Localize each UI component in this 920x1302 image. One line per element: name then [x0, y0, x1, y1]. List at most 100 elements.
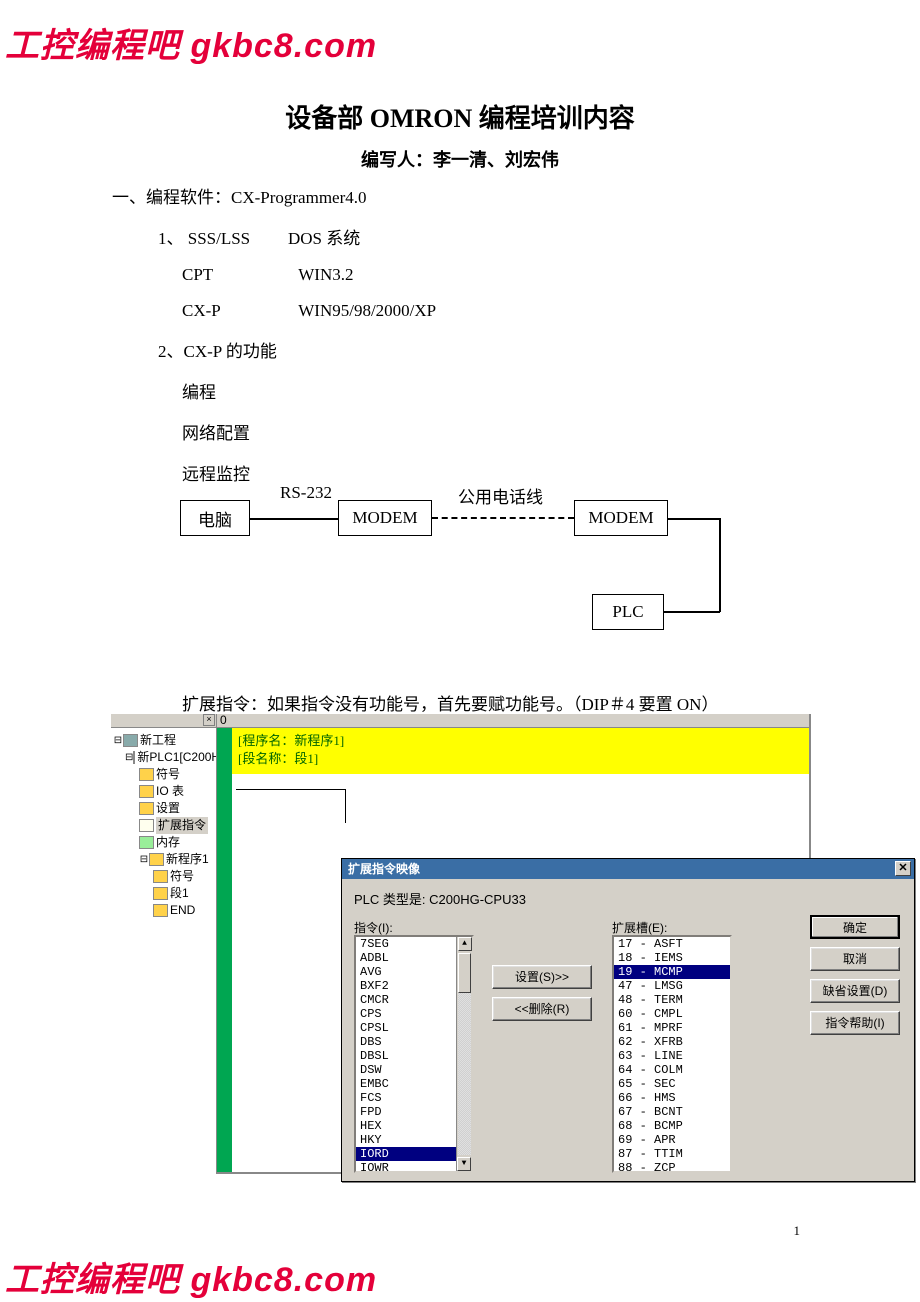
page-number: 1: [794, 1223, 801, 1239]
extension-dialog: 扩展指令映像 ✕ PLC 类型是: C200HG-CPU33 指令(I): 扩展…: [341, 858, 915, 1182]
tree-prog-end[interactable]: END: [113, 902, 216, 919]
slot-item[interactable]: 87 - TTIM: [614, 1147, 730, 1161]
instruction-item[interactable]: DSW: [356, 1063, 472, 1077]
project-tree-pane: × ⊟新工程 ⊟新PLC1[C200HG] 下 符号 IO 表 设置 扩展指令 …: [111, 714, 217, 1174]
dialog-instruction-label: 指令(I):: [354, 919, 393, 936]
edge-modem2-b: [719, 518, 721, 612]
slot-item[interactable]: 68 - BCMP: [614, 1119, 730, 1133]
ok-button[interactable]: 确定: [810, 915, 900, 939]
instruction-item[interactable]: BXF2: [356, 979, 472, 993]
edge-modem1-modem2: [432, 517, 574, 519]
slot-item[interactable]: 64 - COLM: [614, 1063, 730, 1077]
extension-note: 扩展指令：如果指令没有功能号，首先要赋功能号。（DIP＃4 要置 ON）: [182, 690, 718, 715]
slot-item[interactable]: 63 - LINE: [614, 1049, 730, 1063]
tree-titlebar: ×: [111, 714, 216, 728]
slot-item[interactable]: 18 - IEMS: [614, 951, 730, 965]
instruction-item[interactable]: IORD: [356, 1147, 472, 1161]
sub-2: 2、CX-P 的功能: [112, 337, 436, 362]
slot-item[interactable]: 65 - SEC: [614, 1077, 730, 1091]
scroll-thumb[interactable]: [458, 953, 471, 993]
instruction-item[interactable]: CPSL: [356, 1021, 472, 1035]
section-1-heading: 一、编程软件：CX-Programmer4.0: [112, 183, 436, 208]
slot-item[interactable]: 61 - MPRF: [614, 1021, 730, 1035]
scroll-up-icon[interactable]: ▲: [458, 937, 472, 951]
software-1a: SSS/LSS: [188, 229, 284, 249]
software-2a: CPT: [182, 265, 294, 285]
edge-modem2-c: [663, 611, 720, 613]
instruction-item[interactable]: EMBC: [356, 1077, 472, 1091]
page-author: 编写人：李一清、刘宏伟: [0, 146, 920, 172]
tree-item-ext[interactable]: 扩展指令: [113, 817, 216, 834]
program-banner: [程序名：新程序1] [段名称：段1]: [232, 728, 809, 774]
slot-item[interactable]: 62 - XFRB: [614, 1035, 730, 1049]
scroll-down-icon[interactable]: ▼: [457, 1157, 471, 1171]
dialog-close-button[interactable]: ✕: [895, 861, 911, 876]
tree-prog-sym[interactable]: 符号: [113, 868, 216, 885]
instruction-item[interactable]: CPS: [356, 1007, 472, 1021]
slot-item[interactable]: 17 - ASFT: [614, 937, 730, 951]
tree-plc[interactable]: ⊟新PLC1[C200HG] 下: [113, 749, 216, 766]
node-plc: PLC: [592, 594, 664, 630]
instruction-item[interactable]: AVG: [356, 965, 472, 979]
instruction-item[interactable]: FPD: [356, 1105, 472, 1119]
help-button[interactable]: 指令帮助(I): [810, 1011, 900, 1035]
instruction-item[interactable]: DBSL: [356, 1049, 472, 1063]
instruction-item[interactable]: ADBL: [356, 951, 472, 965]
node-modem1: MODEM: [338, 500, 432, 536]
edge-modem2-a: [668, 518, 720, 520]
banner-line-2: [段名称：段1]: [238, 750, 803, 768]
slot-item[interactable]: 69 - APR: [614, 1133, 730, 1147]
instruction-item[interactable]: HKY: [356, 1133, 472, 1147]
sub-1: 1、 SSS/LSS DOS 系统: [112, 224, 436, 249]
dialog-plc-type: PLC 类型是: C200HG-CPU33: [354, 889, 902, 908]
dialog-title-text: 扩展指令映像: [348, 862, 420, 876]
instruction-item[interactable]: IOWR: [356, 1161, 472, 1173]
slot-item[interactable]: 48 - TERM: [614, 993, 730, 1007]
tree-root[interactable]: ⊟新工程: [113, 732, 216, 749]
instruction-item[interactable]: DBS: [356, 1035, 472, 1049]
tree-item-io[interactable]: IO 表: [113, 783, 216, 800]
feature-1: 编程: [112, 378, 436, 403]
page-title: 设备部 OMRON 编程培训内容: [0, 98, 920, 135]
cancel-button[interactable]: 取消: [810, 947, 900, 971]
instruction-listbox[interactable]: 7SEGADBLAVGBXF2CMCRCPSCPSLDBSDBSLDSWEMBC…: [354, 935, 474, 1173]
slot-item[interactable]: 19 - MCMP: [614, 965, 730, 979]
dialog-titlebar: 扩展指令映像 ✕: [342, 859, 914, 879]
instruction-item[interactable]: CMCR: [356, 993, 472, 1007]
node-pc: 电脑: [180, 500, 250, 536]
node-modem2: MODEM: [574, 500, 668, 536]
edge-label-rs232: RS-232: [280, 483, 332, 503]
edge-label-phone: 公用电话线: [458, 483, 543, 508]
network-diagram: RS-232 公用电话线 电脑 MODEM MODEM PLC: [180, 480, 740, 660]
tree-item-memory[interactable]: 内存: [113, 834, 216, 851]
dialog-slot-label: 扩展槽(E):: [612, 919, 667, 936]
software-1b: DOS 系统: [288, 224, 360, 249]
slot-item[interactable]: 66 - HMS: [614, 1091, 730, 1105]
banner-line-1: [程序名：新程序1]: [238, 732, 803, 750]
slot-item[interactable]: 67 - BCNT: [614, 1105, 730, 1119]
instruction-scrollbar[interactable]: ▲ ▼: [456, 937, 472, 1171]
tree-item-symbols[interactable]: 符号: [113, 766, 216, 783]
set-button[interactable]: 设置(S)>>: [492, 965, 592, 989]
tree-item-settings[interactable]: 设置: [113, 800, 216, 817]
instruction-item[interactable]: FCS: [356, 1091, 472, 1105]
software-row-3: CX-P WIN95/98/2000/XP: [112, 301, 436, 321]
instruction-item[interactable]: HEX: [356, 1119, 472, 1133]
cxp-screenshot: 0 × ⊟新工程 ⊟新PLC1[C200HG] 下 符号 IO 表 设置 扩展指…: [111, 714, 811, 1174]
delete-button[interactable]: <<删除(R): [492, 997, 592, 1021]
slot-listbox[interactable]: 17 - ASFT18 - IEMS19 - MCMP47 - LMSG48 -…: [612, 935, 732, 1173]
tree-program[interactable]: ⊟新程序1: [113, 851, 216, 868]
slot-item[interactable]: 88 - ZCP: [614, 1161, 730, 1173]
site-banner-top: 工控编程吧 gkbc8.com: [5, 18, 377, 67]
slot-item[interactable]: 60 - CMPL: [614, 1007, 730, 1021]
software-2b: WIN3.2: [298, 265, 353, 285]
tree-close-icon[interactable]: ×: [203, 714, 215, 726]
slot-item[interactable]: 47 - LMSG: [614, 979, 730, 993]
feature-2: 网络配置: [112, 419, 436, 444]
default-settings-button[interactable]: 缺省设置(D): [810, 979, 900, 1003]
section-1: 一、编程软件：CX-Programmer4.0 1、 SSS/LSS DOS 系…: [112, 183, 436, 485]
tree-prog-seg1[interactable]: 段1: [113, 885, 216, 902]
software-3a: CX-P: [182, 301, 294, 321]
instruction-item[interactable]: 7SEG: [356, 937, 472, 951]
edge-pc-modem1: [250, 518, 338, 520]
